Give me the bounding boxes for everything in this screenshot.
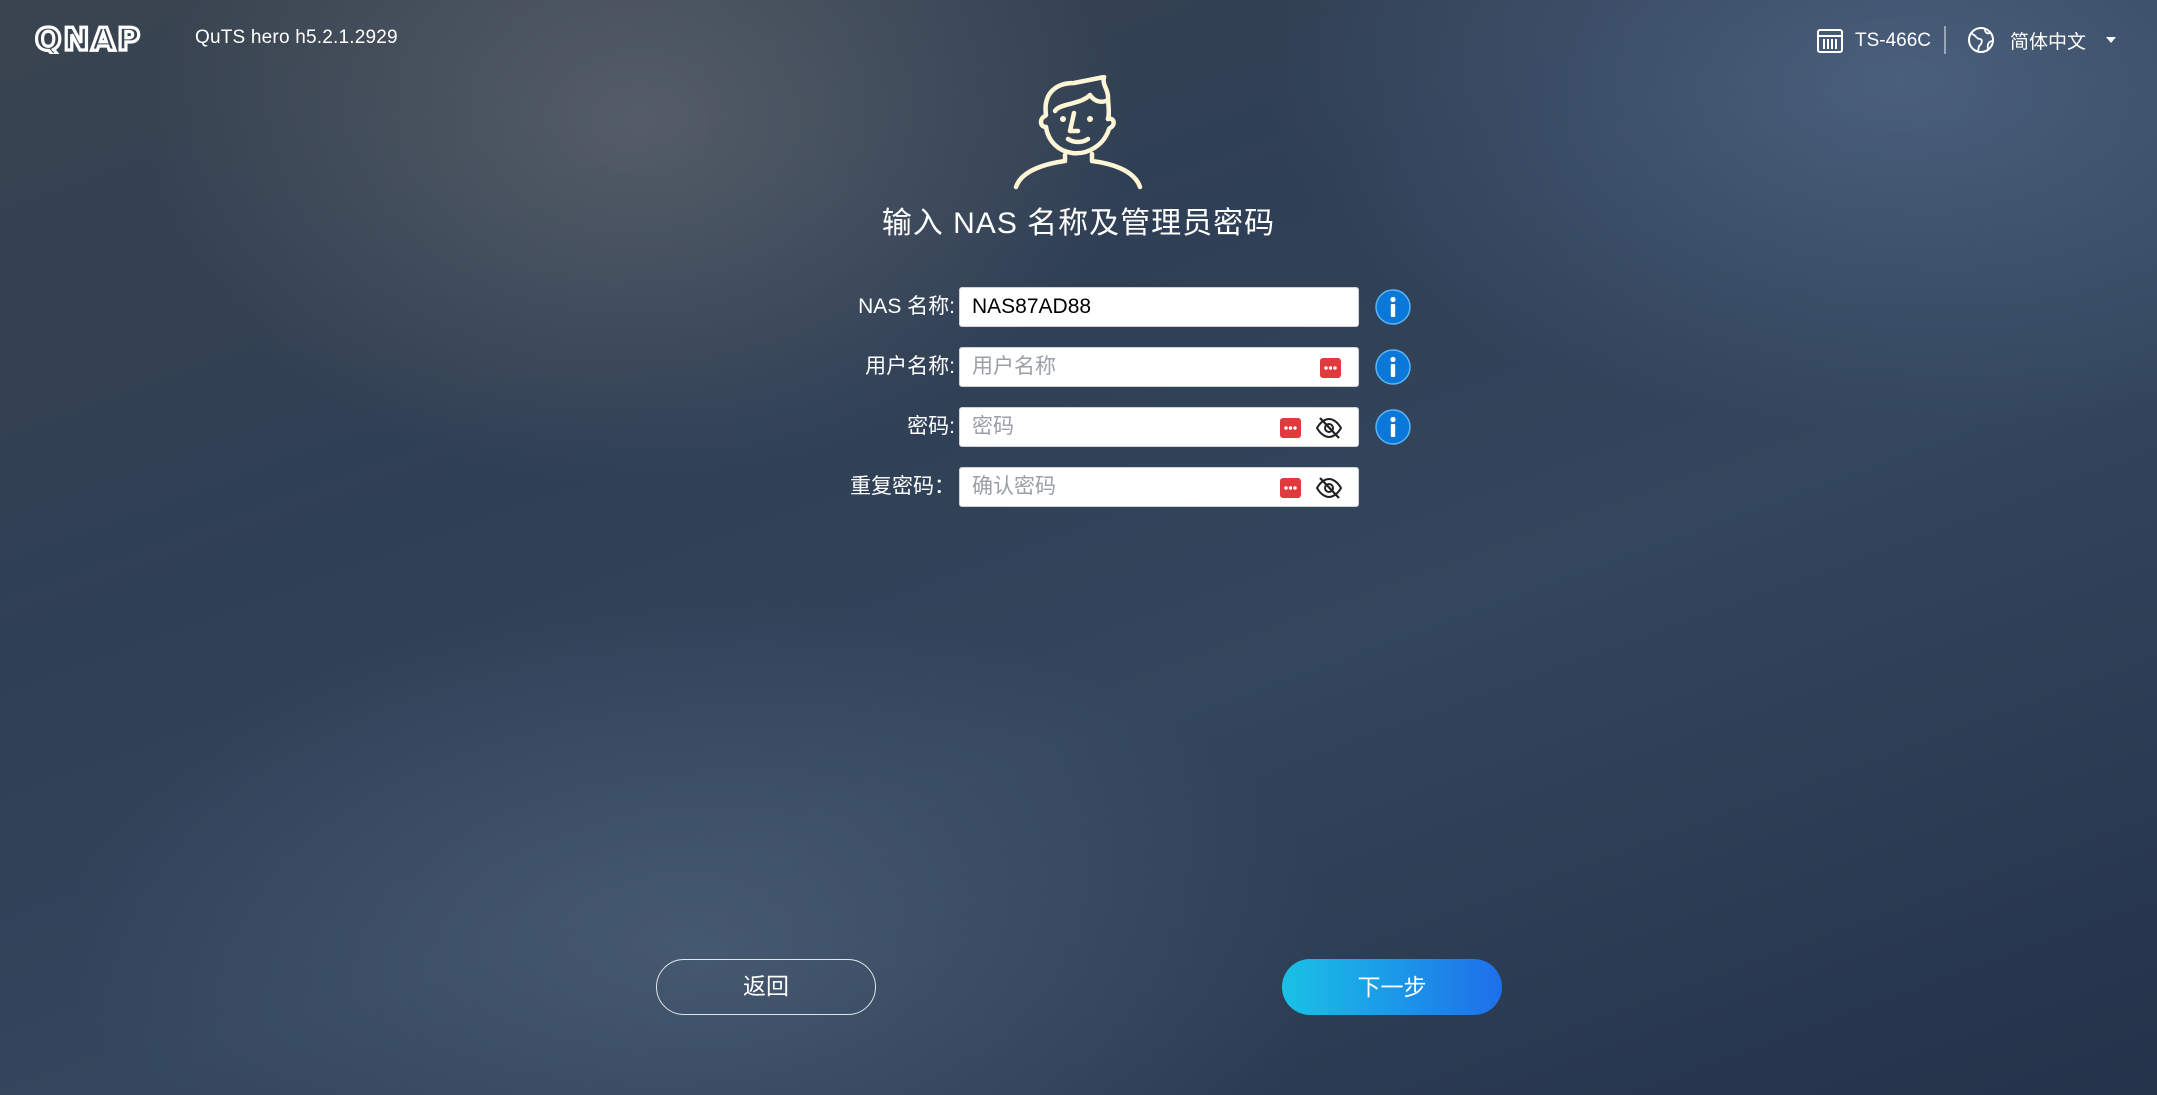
page-title: 输入 NAS 名称及管理员密码 xyxy=(881,207,1276,240)
confirm-password-field-box xyxy=(959,467,1359,507)
confirm-password-row: 重复密码： xyxy=(780,467,1420,507)
nas-device-icon xyxy=(1817,29,1843,53)
nas-model: TS-466C xyxy=(1815,26,1931,56)
username-input[interactable] xyxy=(960,348,1358,386)
header-divider xyxy=(1944,26,1946,54)
eye-slash-icon[interactable] xyxy=(1315,476,1343,500)
globe-icon xyxy=(1968,27,1994,53)
nas-name-row: NAS 名称: xyxy=(780,287,1420,327)
password-manager-icon[interactable] xyxy=(1280,418,1301,438)
nas-name-field-box xyxy=(959,287,1359,327)
qnap-logo: QNAP xyxy=(35,24,142,54)
confirm-password-label: 重复密码： xyxy=(850,475,955,498)
info-icon[interactable] xyxy=(1374,408,1412,446)
password-manager-icon[interactable] xyxy=(1280,478,1301,498)
nas-name-input[interactable] xyxy=(960,288,1358,326)
info-icon[interactable] xyxy=(1374,288,1412,326)
svg-text:QNAP: QNAP xyxy=(35,24,142,54)
chevron-down-icon xyxy=(2106,37,2117,43)
username-field-box xyxy=(959,347,1359,387)
password-row: 密码: xyxy=(780,407,1420,447)
password-field-box xyxy=(959,407,1359,447)
user-avatar-icon xyxy=(1013,75,1143,190)
nas-name-label: NAS 名称: xyxy=(858,295,955,318)
next-button[interactable]: 下一步 xyxy=(1282,959,1502,1015)
back-button[interactable]: 返回 xyxy=(656,959,876,1015)
password-label: 密码: xyxy=(907,415,955,438)
password-manager-icon[interactable] xyxy=(1320,358,1341,378)
header-bar: QNAP QuTS hero h5.2.1.2929 TS-466C 简体中文 xyxy=(0,0,2157,80)
eye-slash-icon[interactable] xyxy=(1315,416,1343,440)
info-icon[interactable] xyxy=(1374,348,1412,386)
language-label: 简体中文 xyxy=(2010,31,2087,53)
nas-model-label: TS-466C xyxy=(1855,30,1932,51)
language-selector[interactable]: 简体中文 xyxy=(1966,25,2117,55)
username-label: 用户名称: xyxy=(865,355,955,378)
username-row: 用户名称: xyxy=(780,347,1420,387)
firmware-version: QuTS hero h5.2.1.2929 xyxy=(195,27,398,48)
